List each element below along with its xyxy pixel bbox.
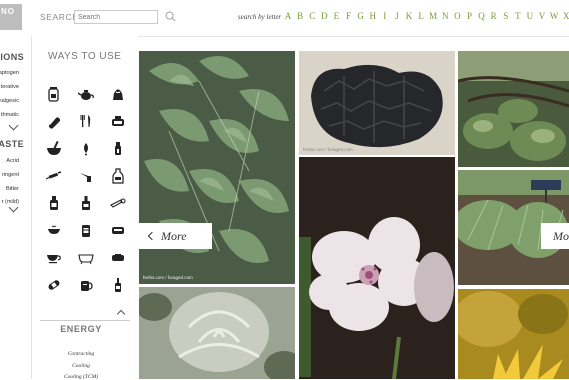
evergreen-photo — [458, 51, 569, 167]
letter-link[interactable]: W — [548, 11, 560, 21]
letter-link[interactable]: T — [512, 11, 524, 21]
ways-to-use-grid — [38, 80, 134, 298]
herb-tile-rosemary[interactable]: More — [458, 170, 569, 285]
filter-column-ways-energy: WAYS TO USE ENERGY Contracting Cooling C… — [32, 36, 138, 380]
more-label: More — [161, 228, 187, 243]
letter-link[interactable]: C — [306, 11, 318, 21]
photo-credit: herbs.com / foraged.com — [143, 275, 193, 280]
letter-link[interactable]: F — [342, 11, 354, 21]
dropper-icon[interactable] — [78, 140, 94, 156]
divider — [40, 320, 130, 321]
site-logo[interactable]: NO — [0, 4, 22, 30]
herb-tile-leaves[interactable]: More herbs.com / foraged.com — [139, 51, 295, 284]
tincture-jar-icon[interactable] — [46, 86, 62, 102]
bandage-icon[interactable] — [46, 277, 62, 293]
more-label: More — [553, 228, 569, 243]
letter-link[interactable]: J — [391, 11, 403, 21]
energy-filter-item[interactable]: Contracting — [32, 351, 130, 357]
teapot-icon[interactable] — [78, 86, 94, 102]
top-bar: NO S E A R C H search by letter A B C D E F G… — [0, 0, 569, 37]
letter-link[interactable]: L — [415, 11, 427, 21]
ointment-icon[interactable] — [110, 249, 126, 265]
herb-tile-evergreen[interactable] — [458, 51, 569, 167]
essential-oil-icon[interactable] — [110, 277, 126, 293]
action-filter-item[interactable]: thmatic — [1, 112, 19, 118]
action-filter-item[interactable]: terative — [1, 84, 19, 90]
taste-title: ASTE — [0, 139, 24, 149]
tincture-bottle-icon[interactable] — [78, 195, 94, 211]
yellow-flower-photo — [458, 289, 569, 379]
letter-link[interactable]: U — [524, 11, 536, 21]
frosted-plant-photo — [139, 287, 295, 379]
search-icon[interactable] — [165, 11, 176, 22]
action-filter-item[interactable]: nalgesic — [0, 98, 19, 104]
letter-link[interactable]: R — [488, 11, 500, 21]
letter-link[interactable]: G — [355, 11, 367, 21]
letter-link[interactable]: E — [330, 11, 342, 21]
energy-title: ENERGY — [60, 324, 102, 334]
search-input[interactable] — [74, 10, 158, 24]
herb-tile-chaga[interactable]: herbs.com / foraged.com — [299, 51, 455, 155]
mug-icon[interactable] — [78, 277, 94, 293]
mortar-pestle-icon[interactable] — [46, 140, 62, 156]
letter-nav: A B C D E F G H I J K L M N O P Q R S T … — [282, 11, 569, 21]
letter-link[interactable]: P — [463, 11, 475, 21]
bathtub-icon[interactable] — [78, 249, 94, 265]
teacup-icon[interactable] — [46, 249, 62, 265]
bottle-icon[interactable] — [110, 167, 126, 184]
chaga-photo — [299, 51, 455, 155]
marshmallow-photo — [299, 157, 455, 379]
smoking-pipe-icon[interactable] — [110, 195, 126, 211]
taste-filter-item[interactable]: ringent — [2, 172, 19, 178]
more-button[interactable]: More — [139, 223, 212, 249]
pill-bottle-icon[interactable] — [110, 113, 126, 129]
more-button[interactable]: More — [541, 223, 569, 249]
herb-tile-yellow-flower[interactable] — [458, 289, 569, 379]
letter-link[interactable]: V — [536, 11, 548, 21]
salve-jar-icon[interactable] — [46, 195, 62, 211]
action-filter-item[interactable]: aptogen — [0, 70, 19, 76]
jug-icon[interactable] — [78, 222, 94, 238]
filter-column-actions-taste: IONS aptogen terative nalgesic thmatic A… — [0, 36, 32, 379]
kettle-icon[interactable] — [110, 86, 126, 102]
letter-link[interactable]: K — [403, 11, 415, 21]
spray-bottle-icon[interactable] — [110, 140, 126, 156]
letter-link[interactable]: M — [427, 11, 439, 21]
letter-link[interactable]: I — [379, 11, 391, 21]
letter-link[interactable]: B — [294, 11, 306, 21]
energy-filter-item[interactable]: Cooling (TCM) — [32, 374, 130, 380]
chevron-down-icon[interactable] — [8, 120, 19, 131]
letter-link[interactable]: D — [318, 11, 330, 21]
utensils-icon[interactable] — [78, 113, 94, 129]
ways-to-use-title: WAYS TO USE — [48, 51, 122, 62]
herb-tile-frosted-plant[interactable] — [139, 287, 295, 379]
photo-credit: herbs.com / foraged.com — [303, 147, 353, 152]
energy-filter-item[interactable]: Cooling — [32, 363, 130, 369]
letter-link[interactable]: N — [439, 11, 451, 21]
letter-link[interactable]: S — [500, 11, 512, 21]
chevron-up-icon[interactable] — [116, 309, 126, 319]
letter-link[interactable]: H — [367, 11, 379, 21]
leaves-photo — [139, 51, 295, 284]
dish-icon[interactable] — [46, 222, 62, 238]
letter-nav-label: search by letter — [238, 13, 282, 21]
letter-link[interactable]: O — [451, 11, 463, 21]
letter-link[interactable]: X — [560, 11, 569, 21]
actions-title: IONS — [0, 52, 24, 62]
letter-link[interactable]: A — [282, 11, 294, 21]
bar-soap-icon[interactable] — [110, 222, 126, 238]
herb-tile-marshmallow[interactable] — [299, 157, 455, 379]
syringe-icon[interactable] — [46, 168, 62, 184]
logo-text: NO — [1, 7, 15, 16]
letter-link[interactable]: Q — [476, 11, 488, 21]
taste-filter-item[interactable]: Acrid — [6, 158, 19, 164]
taste-filter-item[interactable]: Bitter — [6, 186, 19, 192]
oil-can-icon[interactable] — [78, 168, 94, 184]
chevron-left-icon — [147, 231, 157, 241]
capsule-icon[interactable] — [46, 113, 62, 129]
